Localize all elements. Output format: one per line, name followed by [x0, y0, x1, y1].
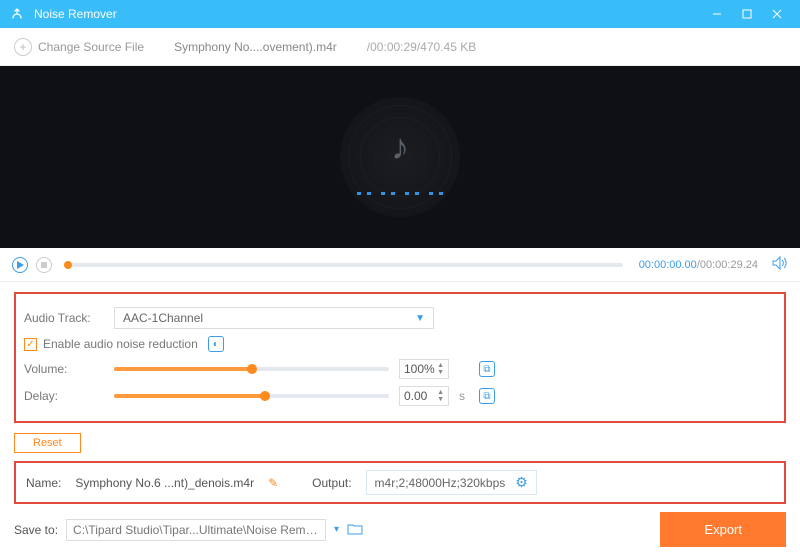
noise-reduction-settings-icon[interactable]: ◐	[208, 336, 224, 352]
gear-icon[interactable]: ⚙	[515, 474, 528, 491]
checkbox-checked-icon: ✓	[24, 338, 37, 351]
name-label: Name:	[26, 476, 61, 490]
delay-slider[interactable]	[114, 394, 389, 398]
export-button[interactable]: Export	[660, 512, 786, 547]
audio-disc-icon: ♪	[340, 97, 460, 217]
delay-stepper[interactable]: 0.00 ▲▼	[399, 386, 449, 406]
delay-apply-all-icon[interactable]: ⧉	[479, 388, 495, 404]
browse-folder-icon[interactable]	[347, 522, 363, 538]
music-note-icon: ♪	[391, 126, 409, 168]
audio-track-label: Audio Track:	[24, 311, 104, 325]
delay-thumb[interactable]	[260, 391, 270, 401]
volume-stepper[interactable]: 100% ▲▼	[399, 359, 449, 379]
enable-noise-reduction-checkbox[interactable]: ✓ Enable audio noise reduction	[24, 337, 198, 351]
volume-thumb[interactable]	[247, 364, 257, 374]
change-source-label: Change Source File	[38, 40, 144, 54]
close-button[interactable]	[762, 0, 792, 28]
output-format-value: m4r;2;48000Hz;320kbps	[375, 476, 506, 490]
preview-area: ♪	[0, 66, 800, 248]
seek-slider[interactable]	[68, 263, 623, 267]
volume-apply-all-icon[interactable]: ⧉	[479, 361, 495, 377]
output-format-box[interactable]: m4r;2;48000Hz;320kbps ⚙	[366, 470, 537, 495]
enable-noise-label: Enable audio noise reduction	[43, 337, 198, 351]
delay-label: Delay:	[24, 389, 104, 403]
audio-settings-highlight: Audio Track: AAC-1Channel ▼ ✓ Enable aud…	[14, 292, 786, 423]
save-to-label: Save to:	[14, 523, 58, 537]
audio-track-value: AAC-1Channel	[123, 311, 203, 325]
chevron-down-icon: ▼	[415, 313, 425, 324]
source-filename: Symphony No....ovement).m4r	[174, 40, 337, 54]
equalizer-icon	[357, 192, 443, 195]
footer: Save to: C:\Tipard Studio\Tipar...Ultima…	[0, 504, 800, 555]
seek-thumb[interactable]	[64, 261, 72, 269]
output-settings-highlight: Name: Symphony No.6 ...nt)_denois.m4r ✎ …	[14, 461, 786, 504]
app-logo-icon	[8, 5, 26, 23]
toolbar: + Change Source File Symphony No....ovem…	[0, 28, 800, 66]
plus-icon: +	[14, 38, 32, 56]
delay-unit: s	[459, 389, 469, 403]
titlebar: Noise Remover	[0, 0, 800, 28]
stepper-arrows-icon[interactable]: ▲▼	[437, 389, 444, 403]
name-value: Symphony No.6 ...nt)_denois.m4r	[75, 476, 254, 490]
maximize-button[interactable]	[732, 0, 762, 28]
volume-icon[interactable]	[772, 256, 788, 273]
save-path-input[interactable]: C:\Tipard Studio\Tipar...Ultimate\Noise …	[66, 519, 326, 541]
audio-track-select[interactable]: AAC-1Channel ▼	[114, 307, 434, 329]
stepper-arrows-icon[interactable]: ▲▼	[437, 362, 444, 376]
edit-name-icon[interactable]: ✎	[268, 476, 278, 490]
app-title: Noise Remover	[34, 7, 117, 21]
source-fileinfo: /00:00:29/470.45 KB	[367, 40, 476, 54]
stop-button[interactable]	[36, 257, 52, 273]
volume-slider[interactable]	[114, 367, 389, 371]
volume-label: Volume:	[24, 362, 104, 376]
change-source-file-button[interactable]: + Change Source File	[14, 38, 144, 56]
delay-value: 0.00	[404, 389, 427, 403]
playbar: 00:00:00.00/00:00:29.24	[0, 248, 800, 282]
reset-button[interactable]: Reset	[14, 433, 81, 453]
controls-panel: Audio Track: AAC-1Channel ▼ ✓ Enable aud…	[0, 282, 800, 429]
chevron-down-icon[interactable]: ▾	[334, 524, 339, 535]
time-current: 00:00:00.00	[639, 259, 697, 271]
output-label: Output:	[312, 476, 351, 490]
volume-value: 100%	[404, 362, 435, 376]
play-button[interactable]	[12, 257, 28, 273]
timecode: 00:00:00.00/00:00:29.24	[639, 259, 758, 271]
time-duration: 00:00:29.24	[700, 259, 758, 271]
minimize-button[interactable]	[702, 0, 732, 28]
